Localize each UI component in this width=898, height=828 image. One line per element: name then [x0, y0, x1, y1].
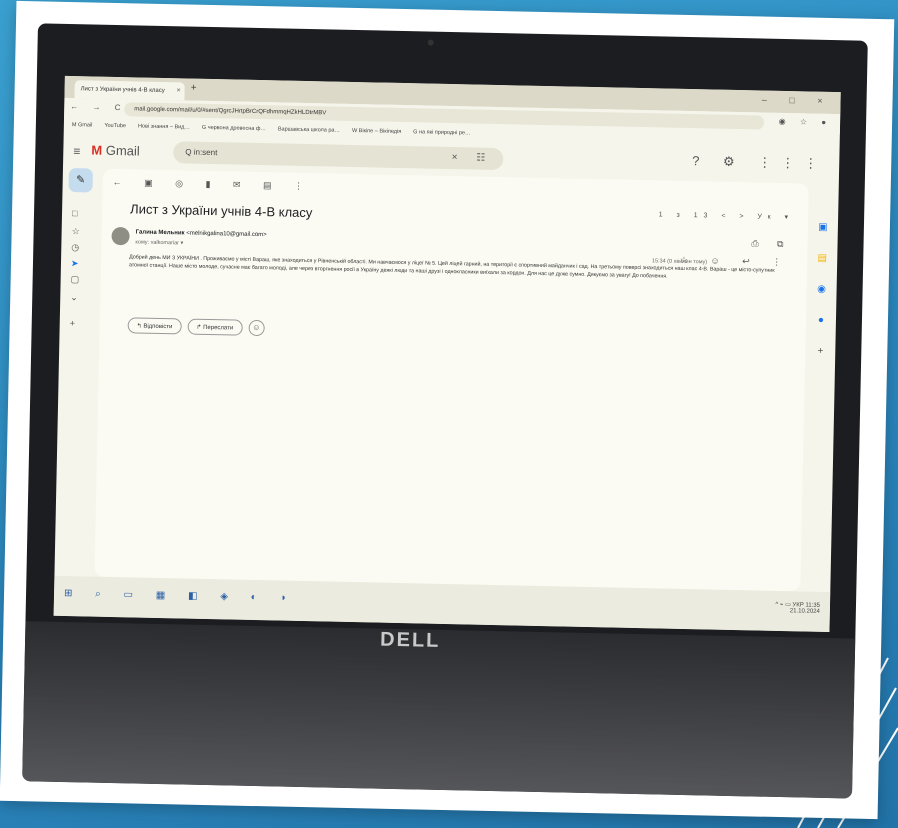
bookmark-item[interactable]: YouTube — [104, 123, 126, 129]
taskbar-icons[interactable]: ⊞ ⌕ ▭ ▦ ◧ ◈ ◐ ◑ — [64, 588, 296, 604]
keep-icon[interactable]: ▤ — [813, 253, 831, 264]
drafts-icon[interactable]: ▢ — [71, 274, 80, 285]
gmail-logo-m: M — [91, 142, 103, 158]
system-tray: ^ ⌁ ▭ УКР 11:35 21.10.2024 — [775, 601, 820, 615]
calendar-icon[interactable]: ▣ — [814, 222, 832, 233]
recipient[interactable]: кому: valkomariar ▾ — [135, 239, 183, 246]
tab-close-icon[interactable]: × — [176, 82, 180, 100]
photo-frame: Лист з України учнів 4-В класу × + – □ ×… — [0, 0, 895, 820]
bookmark-item[interactable]: M Gmail — [72, 122, 93, 128]
bookmark-item[interactable]: G червона древесна ф… — [202, 125, 266, 132]
starred-icon[interactable]: ☆ — [72, 226, 80, 237]
reply-row: ↰ Відповісти ↱ Переслати ☺ — [127, 317, 265, 337]
search-input[interactable]: Q in:sent × ☷ — [173, 141, 504, 171]
inbox-icon[interactable]: □ — [72, 208, 78, 218]
emoji-icon[interactable]: ☺ — [248, 319, 265, 337]
bookmark-item[interactable]: Варшавська школа ра… — [278, 126, 340, 133]
add-app-icon[interactable]: + — [811, 346, 829, 357]
laptop: Лист з України учнів 4-В класу × + – □ ×… — [22, 23, 868, 799]
dell-logo: DELL — [379, 628, 441, 652]
email-subject: Лист з України учнів 4-В класу — [129, 201, 313, 221]
search-actions[interactable]: × ☷ — [451, 147, 494, 170]
menu-icon[interactable]: ≡ — [73, 144, 80, 158]
snoozed-icon[interactable]: ◷ — [71, 242, 79, 253]
new-tab-button[interactable]: + — [191, 83, 197, 94]
compose-button[interactable]: ✎ — [68, 168, 93, 193]
gmail-logo-text: Gmail — [105, 142, 140, 159]
contacts-icon[interactable]: ● — [812, 315, 830, 326]
tasks-icon[interactable]: ◉ — [812, 284, 830, 295]
reply-button[interactable]: ↰ Відповісти — [127, 317, 182, 335]
avatar — [111, 226, 130, 246]
tab-title: Лист з України учнів 4-В класу — [80, 86, 165, 95]
window-controls[interactable]: – □ × — [762, 95, 833, 106]
bookmark-item[interactable]: W Вікіпе – Вікіпедія — [352, 128, 401, 135]
side-apps: ▣ ▤ ◉ ● + — [811, 222, 832, 377]
sender: Галина Мельник <melnikgalina10@gmail.com… — [136, 229, 267, 238]
tray-date: 21.10.2024 — [789, 608, 820, 615]
left-rail: ✎ □ ☆ ◷ ➤ ▢ ⌄ + — [54, 168, 99, 577]
omnibox-actions[interactable]: ◉ ☆ ● — [779, 117, 833, 127]
bookmark-item[interactable]: Нові знання – Вид… — [138, 123, 190, 130]
nav-buttons[interactable]: ← → C — [70, 102, 126, 112]
more-icon[interactable]: ⌄ — [70, 292, 78, 303]
sender-email: <melnikgalina10@gmail.com> — [186, 230, 267, 239]
sender-name: Галина Мельник — [135, 229, 185, 237]
screen: Лист з України учнів 4-В класу × + – □ ×… — [53, 75, 841, 633]
pager[interactable]: 1 з 13 < > Ук ▾ — [659, 210, 795, 221]
print-icons[interactable]: ⎙ ⧉ — [751, 238, 791, 250]
gmail-logo[interactable]: M Gmail — [91, 142, 140, 158]
search-value: Q in:sent — [185, 147, 218, 158]
webcam — [427, 39, 434, 46]
forward-button[interactable]: ↱ Переслати — [187, 318, 243, 336]
email-toolbar[interactable]: ← ▣ ◎ ▮ ✉ ▤ ⋮ — [113, 177, 314, 192]
header-icons[interactable]: ? ⚙ ⋮⋮⋮ — [692, 153, 827, 172]
sent-icon[interactable]: ➤ — [71, 258, 79, 269]
add-label-icon[interactable]: + — [70, 318, 75, 328]
bookmark-item[interactable]: G на які природні ре… — [413, 129, 470, 136]
email-panel: ← ▣ ◎ ▮ ✉ ▤ ⋮ 1 з 13 < > Ук ▾ Лист з Укр… — [94, 168, 809, 592]
browser-tab[interactable]: Лист з України учнів 4-В класу × — [74, 80, 185, 101]
